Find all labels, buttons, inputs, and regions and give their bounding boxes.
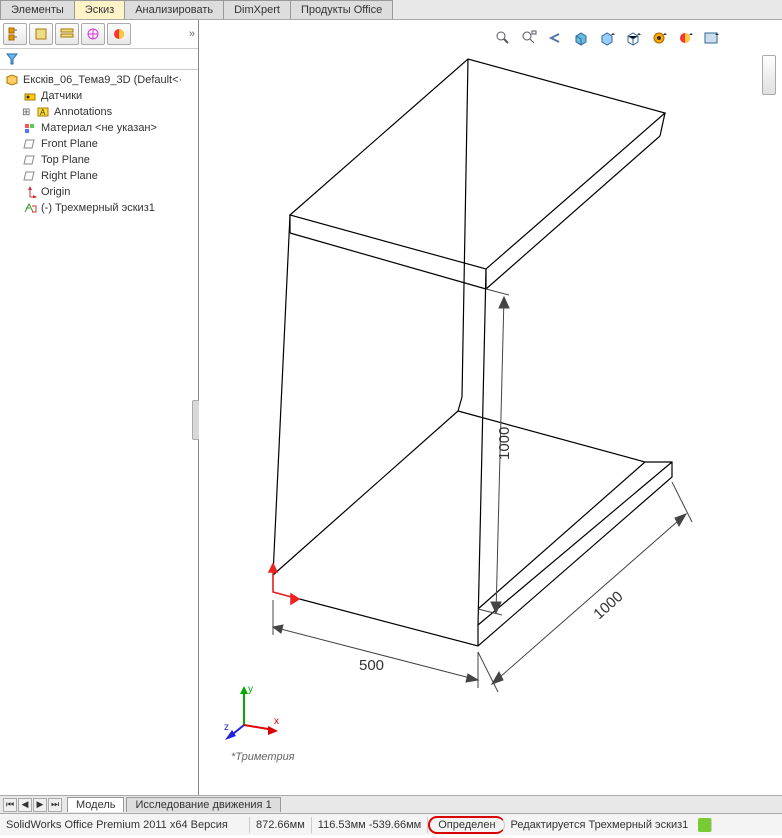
- sketch3d-label: (-) Трехмерный эскиз1: [41, 202, 155, 214]
- tree-right-plane[interactable]: Right Plane: [4, 168, 194, 184]
- view-label: *Триметрия: [231, 751, 295, 763]
- nav-next-icon[interactable]: ▶: [33, 798, 47, 812]
- viewport[interactable]: 500 1000 1000 y: [199, 20, 782, 795]
- top-label: Top Plane: [41, 154, 90, 166]
- origin-icon: [22, 185, 38, 199]
- annotations-icon: A: [35, 105, 51, 119]
- tree-top-plane[interactable]: Top Plane: [4, 152, 194, 168]
- expand-icon[interactable]: ⊞: [22, 107, 32, 118]
- tree-annotations[interactable]: ⊞ A Annotations: [4, 104, 194, 120]
- status-indicator-icon[interactable]: [698, 818, 712, 832]
- tab-elements[interactable]: Элементы: [0, 0, 75, 19]
- front-label: Front Plane: [41, 138, 98, 150]
- nav-first-icon[interactable]: ⏮: [3, 798, 17, 812]
- svg-text:y: y: [248, 684, 253, 695]
- status-coords: 116.53мм -539.66мм: [312, 817, 428, 833]
- status-defined: Определен: [428, 816, 504, 834]
- right-label: Right Plane: [41, 170, 98, 182]
- tab-office[interactable]: Продукты Office: [290, 0, 393, 19]
- display-manager-icon[interactable]: [107, 23, 131, 45]
- plane-icon: [22, 169, 38, 183]
- nav-last-icon[interactable]: ⏭: [48, 798, 62, 812]
- sidebar-toolbar: »: [0, 20, 198, 49]
- sensors-label: Датчики: [41, 90, 82, 102]
- sketch3d-icon: [22, 201, 38, 215]
- nav-prev-icon[interactable]: ◀: [18, 798, 32, 812]
- command-tabs: Элементы Эскиз Анализировать DimXpert Пр…: [0, 0, 782, 20]
- tab-motion-study[interactable]: Исследование движения 1: [126, 797, 280, 812]
- status-length: 872.66мм: [250, 817, 312, 833]
- status-editing: Редактируется Трехмерный эскиз1: [505, 817, 695, 833]
- tab-dimxpert[interactable]: DimXpert: [223, 0, 291, 19]
- feature-tree-panel: » Ексків_06_Тема9_3D (Default<· Датчики …: [0, 20, 199, 795]
- part-icon: [4, 73, 20, 87]
- filter-icon[interactable]: [4, 51, 20, 67]
- tree-sensors[interactable]: Датчики: [4, 88, 194, 104]
- plane-icon: [22, 137, 38, 151]
- svg-text:A: A: [40, 108, 46, 117]
- tree-origin[interactable]: Origin: [4, 184, 194, 200]
- dim-height: 1000: [496, 427, 513, 460]
- tree-front-plane[interactable]: Front Plane: [4, 136, 194, 152]
- feature-tree: Ексків_06_Тема9_3D (Default<· Датчики ⊞ …: [0, 70, 198, 220]
- tree-3d-sketch[interactable]: (-) Трехмерный эскиз1: [4, 200, 194, 216]
- config-manager-icon[interactable]: [29, 23, 53, 45]
- svg-text:x: x: [274, 716, 279, 727]
- design-tree-icon[interactable]: [3, 23, 27, 45]
- tree-root-label: Ексків_06_Тема9_3D (Default<·: [23, 74, 182, 86]
- annotations-label: Annotations: [54, 106, 112, 118]
- tab-sketch[interactable]: Эскиз: [74, 0, 125, 19]
- tab-analyze[interactable]: Анализировать: [124, 0, 224, 19]
- status-bar: SolidWorks Office Premium 2011 x64 Верси…: [0, 813, 782, 835]
- view-triad[interactable]: y x z: [224, 680, 284, 740]
- tab-model[interactable]: Модель: [67, 797, 124, 812]
- property-manager-icon[interactable]: [55, 23, 79, 45]
- overflow-icon[interactable]: »: [189, 28, 195, 40]
- sensor-icon: [22, 89, 38, 103]
- tree-material[interactable]: Материал <не указан>: [4, 120, 194, 136]
- origin-label: Origin: [41, 186, 70, 198]
- tree-root[interactable]: Ексків_06_Тема9_3D (Default<·: [4, 72, 194, 88]
- status-product: SolidWorks Office Premium 2011 x64 Верси…: [0, 817, 250, 833]
- material-label: Материал <не указан>: [41, 122, 157, 134]
- svg-text:z: z: [224, 722, 229, 733]
- dim-width: 500: [359, 657, 384, 674]
- appearance-icon[interactable]: [81, 23, 105, 45]
- material-icon: [22, 121, 38, 135]
- plane-icon: [22, 153, 38, 167]
- model-canvas: 500 1000 1000: [199, 20, 782, 795]
- bottom-tab-bar: ⏮ ◀ ▶ ⏭ Модель Исследование движения 1: [0, 795, 782, 813]
